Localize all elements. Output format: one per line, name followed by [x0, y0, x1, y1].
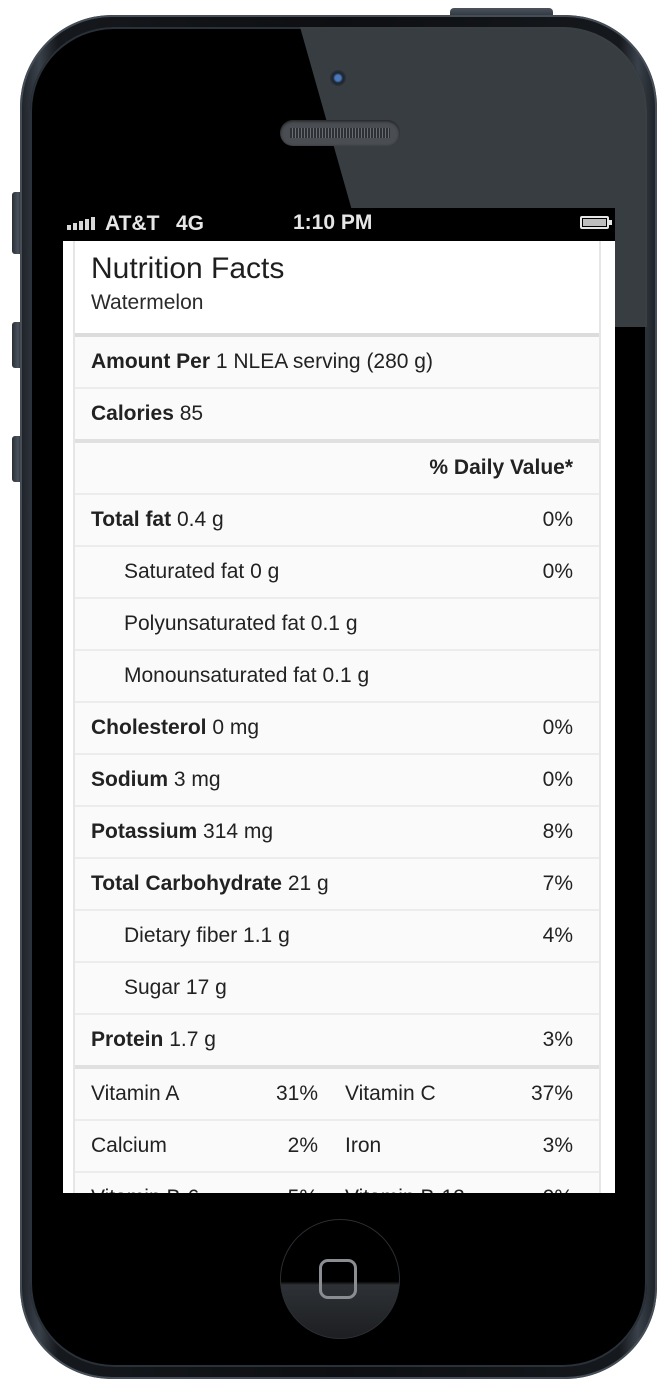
- serving-label: Amount Per: [91, 350, 211, 373]
- vitamin-daily-value: 5%: [288, 1186, 318, 1193]
- home-button[interactable]: [280, 1219, 400, 1339]
- calories-label: Calories: [91, 402, 174, 425]
- calories-row: Calories 85: [75, 389, 599, 443]
- vitamin-row: Vitamin B-6 5% Vitamin B-12 0%: [75, 1173, 599, 1193]
- food-name: Watermelon: [91, 291, 204, 314]
- nutrient-label: Monounsaturated fat: [124, 664, 317, 687]
- nutrient-daily-value: 4%: [542, 924, 573, 947]
- nutrition-header: Nutrition Facts Watermelon: [75, 241, 599, 337]
- carrier-name: AT&T: [105, 212, 160, 235]
- nutrient-row: Monounsaturated fat 0.1 g: [75, 651, 599, 703]
- nutrient-row: Polyunsaturated fat 0.1 g: [75, 599, 599, 651]
- vitamin-row: Vitamin A 31% Vitamin C 37%: [75, 1069, 599, 1121]
- nutrient-amount: 21 g: [287, 872, 329, 895]
- vitamin-row: Calcium 2% Iron 3%: [75, 1121, 599, 1173]
- nutrient-row: Total fat 0.4 g 0%: [75, 495, 599, 547]
- vitamin-label: Vitamin B-6: [91, 1186, 199, 1193]
- vitamin-label: Iron: [345, 1134, 382, 1157]
- nutrient-label: Potassium: [91, 820, 198, 843]
- daily-value-header: % Daily Value*: [429, 456, 573, 479]
- nutrient-amount: 0.1 g: [322, 664, 370, 687]
- nutrient-row: Total Carbohydrate 21 g 7%: [75, 859, 599, 911]
- nutrient-label: Polyunsaturated fat: [124, 612, 305, 635]
- nutrient-amount: 0 mg: [212, 716, 260, 739]
- network-type: 4G: [176, 212, 205, 235]
- daily-value-header-row: % Daily Value*: [75, 443, 599, 495]
- vitamin-label: Vitamin B-12: [345, 1186, 465, 1193]
- vitamin-label: Calcium: [91, 1134, 167, 1157]
- nutrient-label: Cholesterol: [91, 716, 207, 739]
- nutrient-row: Saturated fat 0 g 0%: [75, 547, 599, 599]
- nutrient-daily-value: 0%: [542, 508, 573, 531]
- vitamin-daily-value: 3%: [542, 1134, 573, 1157]
- battery-icon: [580, 216, 612, 229]
- earpiece-speaker: [280, 120, 400, 146]
- front-camera-icon: [330, 70, 346, 86]
- serving-value: 1 NLEA serving (280 g): [215, 350, 433, 373]
- nutrient-label: Saturated fat: [124, 560, 245, 583]
- nutrient-row: Sodium 3 mg 0%: [75, 755, 599, 807]
- nutrient-label: Sugar: [124, 976, 181, 999]
- nutrient-row: Dietary fiber 1.1 g 4%: [75, 911, 599, 963]
- nutrient-label: Total fat: [91, 508, 172, 531]
- nutrient-daily-value: 7%: [542, 872, 573, 895]
- nutrient-label: Protein: [91, 1028, 164, 1051]
- nutrition-label[interactable]: Nutrition Facts Watermelon Amount Per 1 …: [73, 241, 601, 1193]
- home-square-icon: [319, 1259, 357, 1299]
- nutrient-row: Protein 1.7 g 3%: [75, 1015, 599, 1069]
- nutrient-daily-value: 0%: [542, 768, 573, 791]
- page-title: Nutrition Facts: [91, 252, 285, 285]
- nutrient-amount: 1.1 g: [243, 924, 290, 947]
- phone-screen: AT&T 4G 1:10 PM Nutrition Facts Watermel…: [63, 208, 615, 1193]
- serving-row: Amount Per 1 NLEA serving (280 g): [75, 337, 599, 389]
- nutrient-amount: 17 g: [185, 976, 227, 999]
- nutrient-amount: 0.1 g: [310, 612, 358, 635]
- vitamin-daily-value: 37%: [530, 1082, 573, 1105]
- vitamin-label: Vitamin C: [345, 1082, 436, 1105]
- nutrient-label: Sodium: [91, 768, 168, 791]
- clock: 1:10 PM: [293, 211, 373, 234]
- vitamin-daily-value: 2%: [287, 1134, 318, 1157]
- nutrient-row: Sugar 17 g: [75, 963, 599, 1015]
- signal-bars-icon: [67, 217, 95, 230]
- nutrient-daily-value: 0%: [542, 716, 573, 739]
- nutrient-daily-value: 8%: [542, 820, 573, 843]
- nutrient-amount: 0.4 g: [176, 508, 224, 531]
- nutrient-amount: 0 g: [250, 560, 280, 583]
- vitamin-label: Vitamin A: [91, 1082, 180, 1105]
- vitamin-list: Vitamin A 31% Vitamin C 37% Calcium 2% Iron 3% V…: [75, 1069, 599, 1193]
- vitamin-daily-value: 31%: [275, 1082, 318, 1105]
- nutrient-amount: 3 mg: [173, 768, 221, 791]
- calories-value: 85: [179, 402, 204, 425]
- nutrient-list: Total fat 0.4 g 0% Saturated fat 0 g 0% Poly…: [75, 495, 599, 1069]
- nutrient-daily-value: 3%: [542, 1028, 573, 1051]
- vitamin-daily-value: 0%: [543, 1186, 573, 1193]
- nutrient-row: Cholesterol 0 mg 0%: [75, 703, 599, 755]
- nutrient-daily-value: 0%: [542, 560, 573, 583]
- nutrient-amount: 1.7 g: [169, 1028, 216, 1051]
- status-bar: AT&T 4G 1:10 PM: [63, 208, 615, 241]
- nutrient-amount: 314 mg: [203, 820, 274, 843]
- nutrient-label: Dietary fiber: [124, 924, 238, 947]
- nutrient-row: Potassium 314 mg 8%: [75, 807, 599, 859]
- nutrient-label: Total Carbohydrate: [91, 872, 282, 895]
